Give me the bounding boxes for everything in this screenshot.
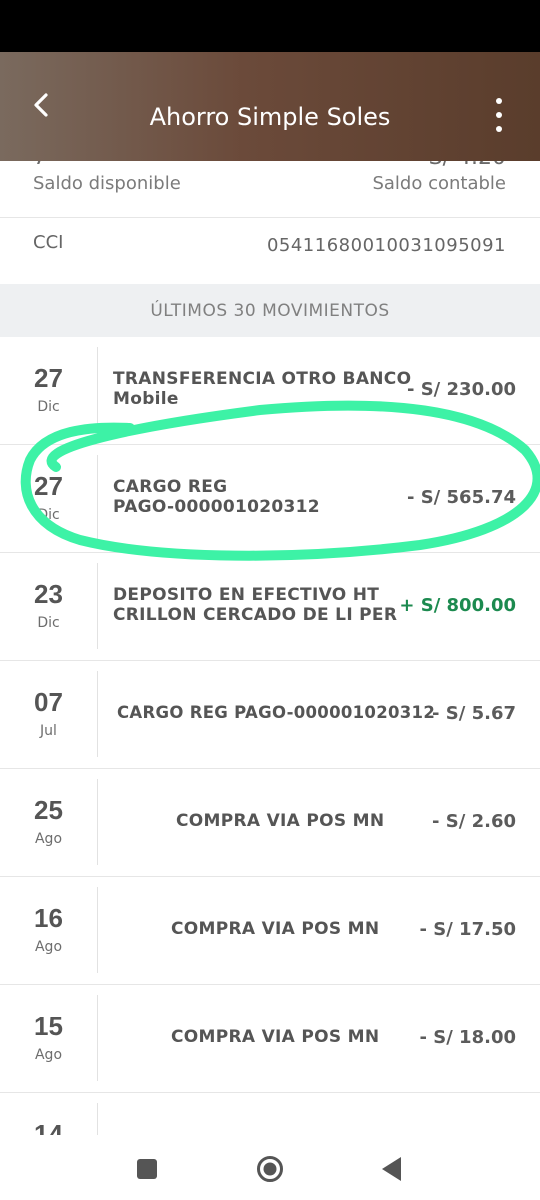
movement-description: COMPRA VIA POS MN bbox=[176, 811, 385, 831]
status-bar bbox=[0, 0, 540, 52]
row-separator bbox=[97, 671, 98, 757]
system-back-button[interactable] bbox=[381, 1156, 403, 1182]
movements-header: ÚLTIMOS 30 MOVIMIENTOS bbox=[0, 284, 540, 337]
movement-day: 16 bbox=[34, 903, 63, 933]
movement-row[interactable]: 23 Dic DEPOSITO EN EFECTIVO HT CRILLON C… bbox=[0, 553, 540, 661]
movement-amount: - S/ 5.67 bbox=[432, 703, 516, 724]
movement-month: Dic bbox=[37, 507, 60, 523]
movement-month: Ago bbox=[34, 939, 63, 955]
movement-row[interactable]: 15 Ago COMPRA VIA POS MN - S/ 18.00 bbox=[0, 985, 540, 1093]
cci-value: 05411680010031095091 bbox=[266, 235, 506, 256]
more-options-button[interactable] bbox=[488, 98, 510, 132]
movement-month: Ago bbox=[34, 1047, 63, 1063]
movement-date: 27 Dic bbox=[0, 337, 97, 444]
movement-day: 07 bbox=[34, 687, 63, 717]
cci-row[interactable]: CCI 05411680010031095091 bbox=[0, 218, 540, 284]
accounting-balance-value: S/ 4.20 bbox=[429, 161, 506, 170]
cci-label: CCI bbox=[33, 232, 64, 253]
movement-row[interactable]: 16 Ago COMPRA VIA POS MN - S/ 17.50 bbox=[0, 877, 540, 985]
movement-description: CARGO REG PAGO-000001020312 bbox=[117, 703, 436, 722]
movement-day: 14 bbox=[34, 1119, 63, 1135]
circle-home-icon bbox=[257, 1156, 283, 1182]
row-separator bbox=[97, 779, 98, 865]
movement-month: Jul bbox=[40, 723, 57, 739]
movement-date: 27 Dic bbox=[0, 445, 97, 552]
movement-day: 27 bbox=[34, 471, 63, 501]
movement-row[interactable]: 14 bbox=[0, 1093, 540, 1135]
movement-row[interactable]: 07 Jul CARGO REG PAGO-000001020312 - S/ … bbox=[0, 661, 540, 769]
recents-button[interactable] bbox=[137, 1159, 157, 1179]
movement-description: DEPOSITO EN EFECTIVO HT CRILLON CERCADO … bbox=[113, 585, 398, 625]
row-separator bbox=[97, 995, 98, 1081]
row-separator bbox=[97, 563, 98, 649]
movement-day: 15 bbox=[34, 1011, 63, 1041]
movement-date: 23 Dic bbox=[0, 553, 97, 660]
home-button[interactable] bbox=[256, 1155, 284, 1183]
row-separator bbox=[97, 455, 98, 541]
movement-amount: - S/ 230.00 bbox=[406, 379, 516, 400]
accounting-balance-label: Saldo contable bbox=[372, 173, 506, 194]
page-title: Ahorro Simple Soles bbox=[149, 103, 391, 131]
movement-date: 25 Ago bbox=[0, 769, 97, 876]
movement-date: 07 Jul bbox=[0, 661, 97, 768]
movement-day: 23 bbox=[34, 579, 63, 609]
movement-row[interactable]: 27 Dic CARGO REG PAGO-000001020312 - S/ … bbox=[0, 445, 540, 553]
movement-description: COMPRA VIA POS MN bbox=[171, 1027, 380, 1047]
movement-amount: + S/ 800.00 bbox=[399, 595, 516, 616]
movements-list[interactable]: 27 Dic TRANSFERENCIA OTRO BANCO Mobile -… bbox=[0, 337, 540, 1135]
movement-month: Ago bbox=[34, 831, 63, 847]
movement-month: Dic bbox=[37, 615, 60, 631]
available-balance-value: 7 bbox=[33, 161, 47, 170]
balances-panel: 7 S/ 4.20 Saldo disponible Saldo contabl… bbox=[0, 161, 540, 217]
movement-description: TRANSFERENCIA OTRO BANCO Mobile bbox=[113, 369, 412, 409]
app-bar: Ahorro Simple Soles bbox=[0, 52, 540, 161]
movement-date: 15 Ago bbox=[0, 985, 97, 1092]
triangle-back-icon bbox=[382, 1157, 401, 1181]
movement-description: COMPRA VIA POS MN bbox=[171, 919, 380, 939]
movement-date: 16 Ago bbox=[0, 877, 97, 984]
available-balance-label: Saldo disponible bbox=[33, 173, 181, 194]
movement-day: 27 bbox=[34, 363, 63, 393]
row-separator bbox=[97, 1103, 98, 1135]
movement-day: 25 bbox=[34, 795, 63, 825]
movement-amount: - S/ 2.60 bbox=[432, 811, 516, 832]
movement-row[interactable]: 25 Ago COMPRA VIA POS MN - S/ 2.60 bbox=[0, 769, 540, 877]
row-separator bbox=[97, 887, 98, 973]
movement-description: CARGO REG PAGO-000001020312 bbox=[113, 477, 320, 517]
system-nav-bar bbox=[0, 1135, 540, 1200]
movement-amount: - S/ 565.74 bbox=[406, 487, 516, 508]
movement-amount: - S/ 18.00 bbox=[419, 1027, 516, 1048]
movement-row[interactable]: 27 Dic TRANSFERENCIA OTRO BANCO Mobile -… bbox=[0, 337, 540, 445]
movement-amount: - S/ 17.50 bbox=[419, 919, 516, 940]
movement-date: 14 bbox=[0, 1093, 97, 1135]
movement-month: Dic bbox=[37, 399, 60, 415]
more-vertical-icon bbox=[496, 98, 502, 104]
movements-header-label: ÚLTIMOS 30 MOVIMIENTOS bbox=[150, 301, 390, 321]
row-separator bbox=[97, 347, 98, 433]
